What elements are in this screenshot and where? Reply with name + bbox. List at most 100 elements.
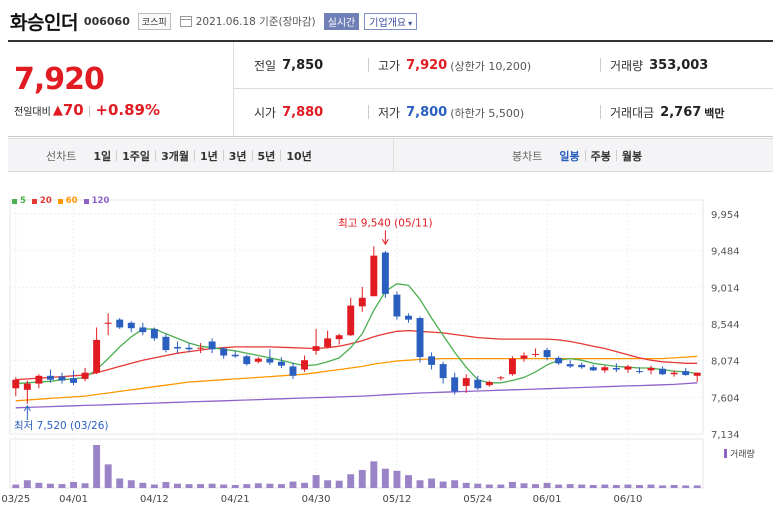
candle-body	[485, 382, 493, 386]
line-chart-label: 선차트	[46, 149, 77, 163]
legend-label: 120	[91, 196, 110, 206]
volume-label: 거래량	[730, 448, 755, 460]
change-line: 전일대비 ▲ 70 | +0.89%	[14, 101, 160, 119]
quote-row-2: 시가 7,880 저가 7,800 (하한가 5,500) 거래대금 2,767…	[234, 89, 773, 136]
company-info-dropdown[interactable]: 기업개요 ▾	[364, 12, 418, 30]
candle-body	[370, 255, 378, 297]
volume-bar	[612, 484, 620, 488]
stock-header: 화승인더 006060 코스피 2021.06.18 기준(장마감) 실시간 기…	[10, 6, 418, 36]
volume-bar	[324, 480, 332, 488]
volume-bar	[70, 481, 77, 488]
candle-body	[624, 366, 632, 370]
candle-body	[543, 350, 551, 358]
legend-label: 20	[39, 196, 52, 206]
legend-ma5: 5	[12, 196, 26, 206]
volume-bar	[23, 480, 31, 488]
volume-bar	[543, 482, 551, 488]
volume-legend-swatch	[724, 449, 727, 458]
volume-bar	[116, 478, 124, 488]
candle-monthly[interactable]: 월봉	[617, 148, 647, 164]
candle-body	[612, 368, 620, 370]
divider	[368, 58, 369, 72]
line-chart-ranges: 선차트 1일 1주일 3개월 1년 3년 5년 10년	[8, 139, 394, 172]
up-triangle-icon: ▲	[52, 102, 63, 118]
x-tick-label: 06/10	[614, 494, 643, 505]
candle-body	[58, 376, 66, 381]
candle-body	[428, 356, 436, 365]
price-chart[interactable]: 9,954 9,484 9,014 8,544 8,074 7,604 7,134 03/25…	[0, 180, 773, 529]
candle-body	[520, 355, 528, 359]
legend-ma20: 20	[31, 196, 52, 206]
legend-label: 5	[20, 196, 26, 206]
volume-bar	[508, 481, 516, 488]
range-3m[interactable]: 3개월	[156, 148, 194, 164]
volume-bar	[416, 480, 424, 488]
candle-body	[93, 339, 101, 373]
y-tick-label: 8,074	[711, 357, 740, 368]
candle-body	[312, 346, 320, 351]
range-1d[interactable]: 1일	[88, 148, 116, 164]
candle-body	[405, 315, 412, 320]
candle-chart-options: 봉차트 일봉 주봉 월봉	[394, 139, 773, 172]
open-label: 시가	[254, 106, 277, 120]
volume-bar	[197, 484, 205, 488]
candle-body	[162, 336, 170, 351]
volume-bar	[393, 470, 401, 488]
candle-body	[601, 367, 609, 371]
volume-bar	[670, 484, 678, 488]
y-tick-label: 9,954	[711, 210, 740, 221]
volume-bar	[624, 484, 632, 488]
volume-bar	[589, 484, 597, 488]
candle-body	[670, 372, 678, 375]
stock-name: 화승인더	[10, 11, 78, 34]
amount-label: 거래대금	[610, 106, 655, 120]
candle-body	[23, 383, 31, 390]
low-label: 저가	[378, 106, 401, 120]
volume-bar	[185, 484, 193, 488]
volume-value: 353,003	[649, 58, 709, 73]
volume-bar	[451, 480, 459, 488]
prev-close-value: 7,850	[282, 58, 324, 73]
high-label: 고가	[378, 59, 401, 73]
candle-body	[647, 368, 655, 371]
change-separator: |	[87, 103, 92, 117]
volume-bar	[220, 484, 228, 488]
x-tick-label: 04/21	[221, 494, 250, 505]
candle-body	[393, 294, 401, 317]
candle-daily[interactable]: 일봉	[554, 148, 584, 164]
x-tick-label: 05/24	[463, 494, 492, 505]
volume-bar	[162, 481, 170, 488]
high-cell: 고가 7,920 (상한가 10,200)	[378, 42, 531, 89]
legend-swatch	[31, 198, 37, 204]
volume-bar	[127, 480, 135, 488]
x-tick-label: 05/12	[383, 494, 412, 505]
candle-body	[197, 347, 205, 349]
volume-bar	[693, 485, 701, 488]
candle-body	[636, 371, 643, 373]
period-bar: 선차트 1일 1주일 3개월 1년 3년 5년 10년 봉차트 일봉 주봉 월봉	[8, 138, 773, 172]
range-1y[interactable]: 1년	[195, 148, 223, 164]
candle-body	[12, 379, 20, 389]
candle-body	[289, 366, 297, 376]
current-price-box: 7,920 전일대비 ▲ 70 | +0.89%	[8, 42, 234, 136]
candle-body	[335, 335, 343, 340]
range-5y[interactable]: 5년	[253, 148, 281, 164]
open-value: 7,880	[282, 105, 324, 120]
upper-limit: (상한가 10,200)	[450, 59, 532, 73]
candle-weekly[interactable]: 주봉	[586, 148, 616, 164]
range-1w[interactable]: 1주일	[117, 148, 155, 164]
candle-body	[220, 348, 228, 356]
candle-body	[508, 358, 516, 375]
range-10y[interactable]: 10년	[281, 148, 316, 164]
range-3y[interactable]: 3년	[224, 148, 252, 164]
realtime-button[interactable]: 실시간	[323, 12, 360, 30]
candle-body	[208, 341, 216, 350]
candle-body	[451, 377, 459, 392]
y-tick-label: 7,134	[711, 430, 740, 441]
quote-date: 2021.06.18 기준(장마감)	[195, 15, 316, 28]
quote-row-1: 전일 7,850 고가 7,920 (상한가 10,200) 거래량 353,0…	[234, 42, 773, 89]
volume-bar	[150, 484, 158, 488]
candle-body	[266, 358, 274, 363]
legend-label: 60	[65, 196, 78, 206]
y-tick-label: 7,604	[711, 393, 740, 404]
